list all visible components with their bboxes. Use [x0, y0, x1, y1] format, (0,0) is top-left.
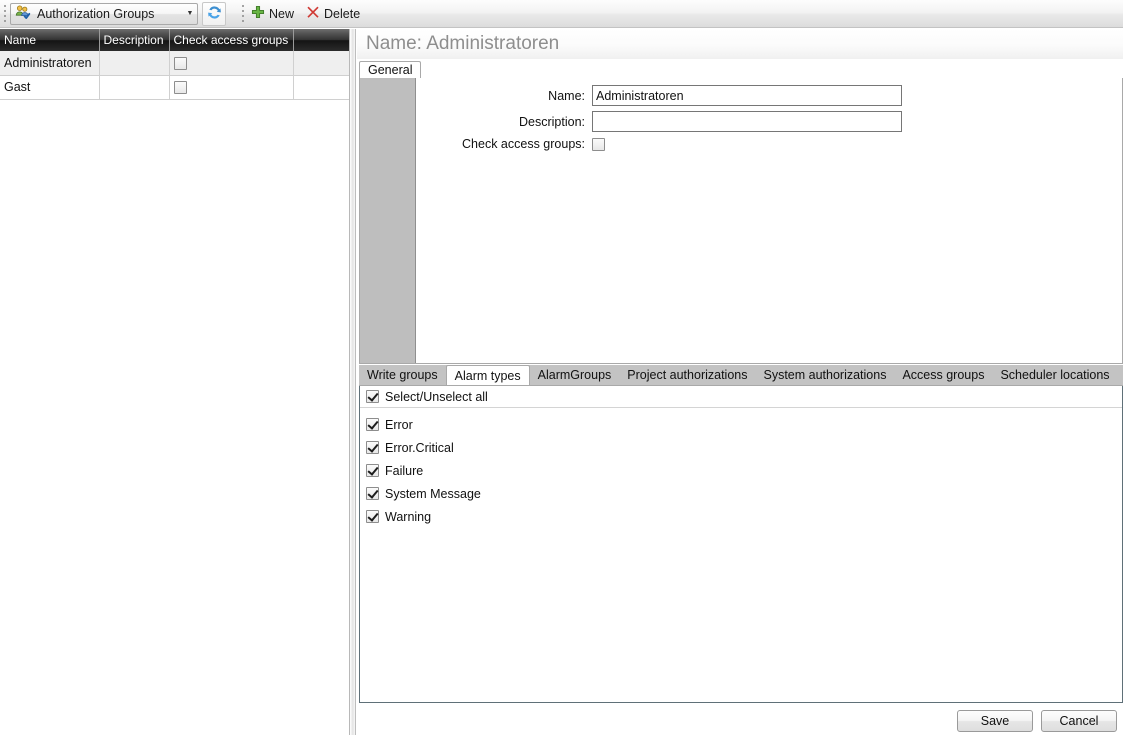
- toolbar-drag-handle[interactable]: [0, 0, 9, 28]
- tab-access-groups[interactable]: Access groups: [894, 365, 992, 386]
- alarm-type-label: Error.Critical: [385, 441, 454, 455]
- description-input[interactable]: [592, 111, 902, 132]
- cell-filler: [293, 75, 349, 99]
- table-header-row: Name Description Check access groups: [0, 29, 349, 51]
- tab-system-authorizations[interactable]: System authorizations: [755, 365, 894, 386]
- alarm-type-checkbox[interactable]: [366, 510, 379, 523]
- toolbar-group-handle[interactable]: [238, 0, 247, 28]
- select-all-checkbox[interactable]: [366, 390, 379, 403]
- cancel-button[interactable]: Cancel: [1041, 710, 1117, 732]
- cell-check-access-groups[interactable]: [169, 75, 293, 99]
- tab-alarmgroups[interactable]: AlarmGroups: [530, 365, 620, 386]
- column-header-name[interactable]: Name: [0, 29, 99, 51]
- name-field-row: Name:: [416, 85, 902, 106]
- plus-icon: [251, 5, 265, 22]
- alarm-type-checkbox[interactable]: [366, 441, 379, 454]
- name-field-label: Name:: [416, 89, 592, 103]
- users-group-icon: [15, 4, 31, 23]
- list-item[interactable]: System Message: [360, 482, 1122, 505]
- description-field-label: Description:: [416, 115, 592, 129]
- refresh-button[interactable]: [202, 2, 226, 26]
- module-selector-combobox[interactable]: Authorization Groups ▼: [10, 3, 198, 25]
- name-input[interactable]: [592, 85, 902, 106]
- column-header-description[interactable]: Description: [99, 29, 169, 51]
- alarm-type-checkbox[interactable]: [366, 418, 379, 431]
- cell-description: [99, 75, 169, 99]
- general-panel-gutter: [360, 78, 416, 363]
- chevron-down-icon[interactable]: ▼: [183, 10, 197, 17]
- page-title: Name: Administratoren: [357, 29, 1123, 59]
- x-delete-icon: [306, 5, 320, 22]
- table-row[interactable]: Gast: [0, 75, 349, 99]
- alarm-type-label: Error: [385, 418, 413, 432]
- pane-splitter[interactable]: [350, 29, 356, 735]
- list-item[interactable]: Error.Critical: [360, 436, 1122, 459]
- cell-description: [99, 51, 169, 75]
- detail-footer: Save Cancel: [357, 705, 1123, 735]
- check-access-groups-row: Check access groups:: [416, 137, 605, 151]
- refresh-icon: [206, 4, 223, 24]
- tab-project-authorizations[interactable]: Project authorizations: [619, 365, 755, 386]
- list-item[interactable]: Error: [360, 413, 1122, 436]
- alarm-types-list: Error Error.Critical Failure System Mess…: [360, 408, 1122, 528]
- list-item[interactable]: Warning: [360, 505, 1122, 528]
- column-header-filler[interactable]: [293, 29, 349, 51]
- select-all-row[interactable]: Select/Unselect all: [360, 386, 1122, 408]
- cell-check-access-groups[interactable]: [169, 51, 293, 75]
- list-item[interactable]: Failure: [360, 459, 1122, 482]
- module-selector-value: Authorization Groups: [31, 7, 183, 21]
- alarm-type-checkbox[interactable]: [366, 487, 379, 500]
- alarm-type-label: Warning: [385, 510, 431, 524]
- new-button-label: New: [269, 7, 294, 21]
- authorization-groups-table: Name Description Check access groups Adm…: [0, 29, 350, 100]
- description-field-row: Description:: [416, 111, 902, 132]
- delete-button-label: Delete: [324, 7, 360, 21]
- save-button[interactable]: Save: [957, 710, 1033, 732]
- tab-write-groups[interactable]: Write groups: [359, 365, 446, 386]
- check-access-groups-label: Check access groups:: [416, 137, 592, 151]
- column-header-check-access-groups[interactable]: Check access groups: [169, 29, 293, 51]
- alarm-type-checkbox[interactable]: [366, 464, 379, 477]
- general-tab-panel: Name: Description: Check access groups:: [359, 78, 1123, 364]
- check-access-groups-checkbox[interactable]: [592, 138, 605, 151]
- authorization-groups-grid-pane: Name Description Check access groups Adm…: [0, 29, 350, 735]
- row-checkbox[interactable]: [174, 81, 187, 94]
- cell-name: Administratoren: [0, 51, 99, 75]
- delete-button[interactable]: Delete: [302, 2, 368, 26]
- alarm-types-panel: Select/Unselect all Error Error.Critical…: [359, 386, 1123, 703]
- cell-filler: [293, 51, 349, 75]
- tab-general[interactable]: General: [359, 61, 421, 79]
- alarm-type-label: System Message: [385, 487, 481, 501]
- row-checkbox[interactable]: [174, 57, 187, 70]
- detail-tabstrip: Write groupsAlarm typesAlarmGroupsProjec…: [359, 365, 1123, 386]
- tab-alarm-types[interactable]: Alarm types: [446, 365, 530, 386]
- alarm-type-label: Failure: [385, 464, 423, 478]
- tab-scheduler-locations[interactable]: Scheduler locations: [992, 365, 1117, 386]
- detail-pane: Name: Administratoren General Name: Desc…: [357, 29, 1123, 735]
- table-row[interactable]: Administratoren: [0, 51, 349, 75]
- general-tabstrip: General: [359, 61, 1123, 79]
- main-toolbar: Authorization Groups ▼ New Delete: [0, 0, 1123, 28]
- select-all-label: Select/Unselect all: [385, 390, 488, 404]
- new-button[interactable]: New: [247, 2, 302, 26]
- cell-name: Gast: [0, 75, 99, 99]
